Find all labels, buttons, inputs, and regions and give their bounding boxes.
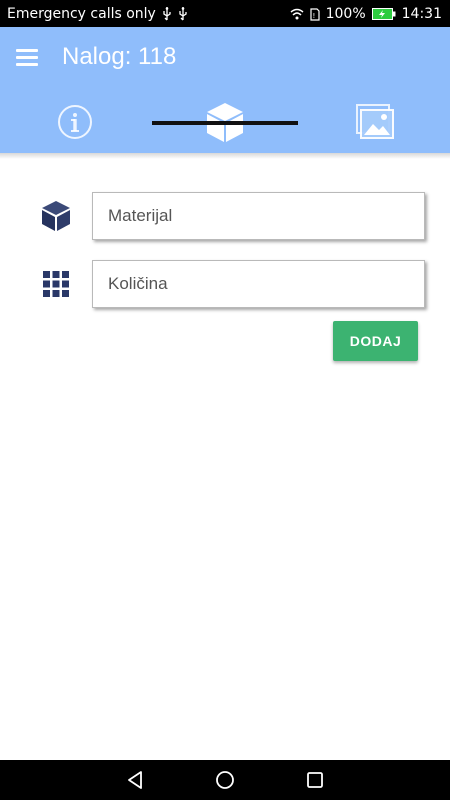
- info-icon: [57, 104, 93, 145]
- active-tab-indicator: [152, 121, 298, 125]
- battery-charging-icon: [371, 8, 396, 20]
- quantity-field[interactable]: [92, 260, 425, 308]
- tab-info[interactable]: [0, 95, 150, 153]
- wifi-icon: [290, 8, 304, 20]
- cube-icon: [40, 200, 72, 232]
- sim-icon: !: [310, 7, 320, 21]
- quantity-input[interactable]: [93, 261, 424, 307]
- clock: 14:31: [401, 6, 442, 22]
- material-field[interactable]: [92, 192, 425, 240]
- gallery-icon: [355, 103, 395, 146]
- status-bar: Emergency calls only ! 100% 14:31: [0, 0, 450, 27]
- home-icon[interactable]: [215, 770, 235, 790]
- svg-text:!: !: [312, 12, 315, 20]
- status-left: Emergency calls only: [7, 6, 188, 22]
- header-shadow: [0, 153, 450, 159]
- app-header: Nalog: 118: [0, 27, 450, 153]
- hamburger-menu-icon[interactable]: [16, 49, 40, 69]
- battery-percent: 100%: [325, 6, 366, 22]
- system-nav-bar: [0, 760, 450, 800]
- status-right: ! 100% 14:31: [290, 6, 442, 22]
- page-title: Nalog: 118: [62, 43, 177, 70]
- add-button[interactable]: DODAJ: [333, 321, 418, 361]
- tab-gallery[interactable]: [300, 95, 450, 153]
- carrier-text: Emergency calls only: [7, 6, 156, 22]
- grid-icon: [40, 268, 72, 300]
- recents-icon[interactable]: [305, 770, 325, 790]
- material-input[interactable]: [93, 193, 424, 239]
- usb-icon: [178, 7, 188, 21]
- back-icon[interactable]: [125, 770, 145, 790]
- usb-icon: [162, 7, 172, 21]
